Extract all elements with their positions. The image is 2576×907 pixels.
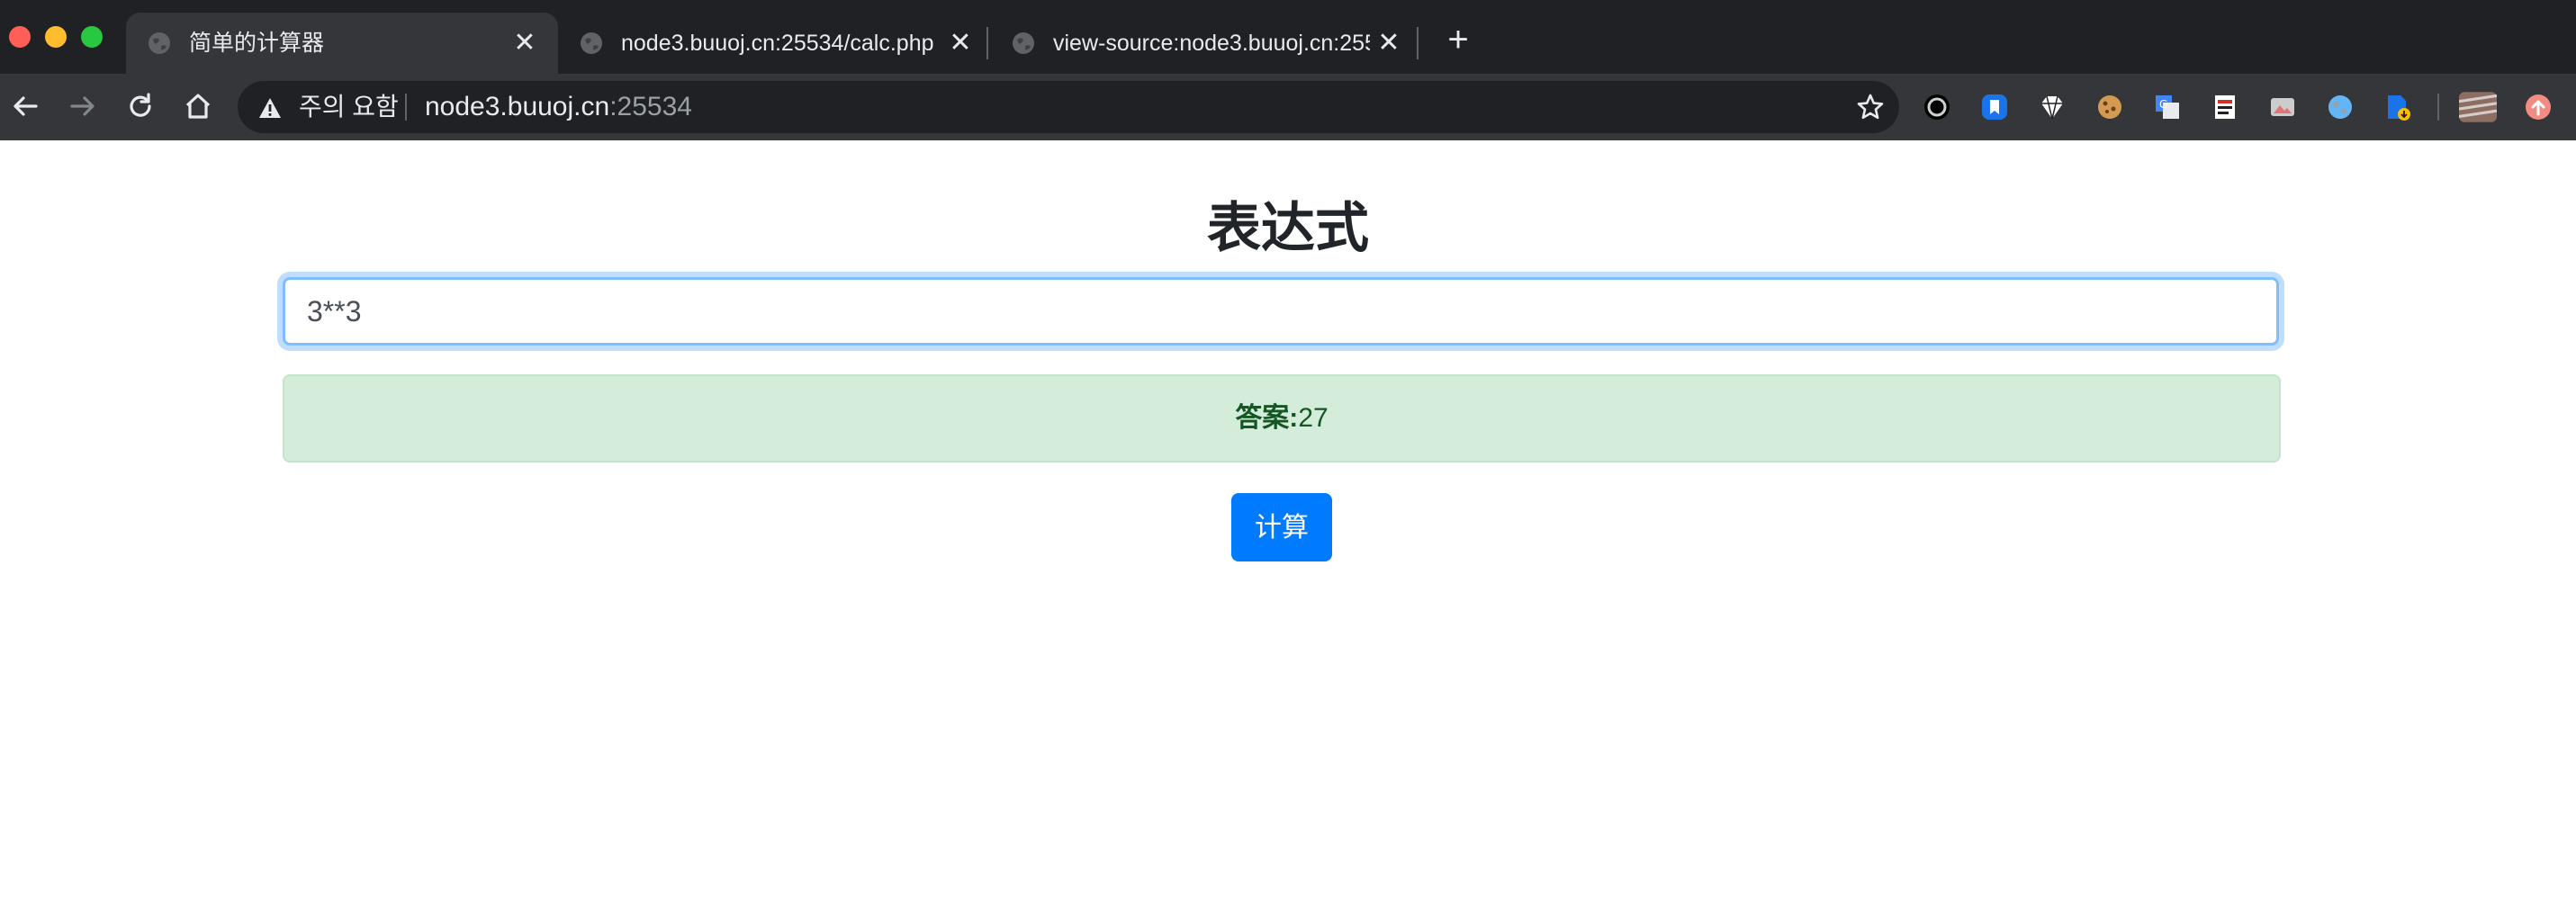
tab-title: view-source:node3.buuoj.cn:25534: [1053, 31, 1370, 56]
tab-separator: [986, 27, 988, 59]
calculate-button[interactable]: 计算: [1231, 493, 1332, 561]
tab-view-source[interactable]: view-source:node3.buuoj.cn:25534 ✕: [990, 13, 1413, 74]
bookmark-extension-icon[interactable]: [1980, 93, 2009, 121]
tab-calc-php[interactable]: node3.buuoj.cn:25534/calc.php ✕: [558, 13, 988, 74]
expression-input[interactable]: [283, 277, 2279, 346]
url-host: node3.buuoj.cn: [425, 92, 610, 121]
close-tab-icon[interactable]: ✕: [511, 30, 538, 57]
result-value: 27: [1298, 403, 1329, 433]
globe-extension-icon[interactable]: [2326, 93, 2355, 121]
back-icon[interactable]: [7, 88, 43, 124]
globe-icon: [1013, 32, 1034, 54]
browser-toolbar: 주의 요함 node3.buuoj.cn:25534 G: [0, 74, 2576, 140]
close-tab-icon[interactable]: ✕: [1375, 30, 1402, 57]
reload-icon[interactable]: [122, 88, 158, 124]
bookmark-star-icon[interactable]: [1856, 93, 1885, 121]
forward-icon[interactable]: [65, 88, 101, 124]
tab-title: 简单的计算器: [189, 31, 325, 56]
result-label: 答案:: [1235, 403, 1299, 433]
new-tab-button[interactable]: +: [1438, 20, 1478, 59]
globe-icon: [581, 32, 602, 54]
toolbar-separator: [2437, 94, 2439, 121]
close-tab-icon[interactable]: ✕: [947, 30, 974, 57]
warning-icon[interactable]: [257, 95, 283, 121]
result-alert: 答案:27: [283, 374, 2281, 462]
page-content: 表达式 答案:27 计算: [0, 140, 2576, 907]
url-port: :25534: [609, 92, 692, 121]
cookie-extension-icon[interactable]: [2095, 93, 2124, 121]
profile-avatar[interactable]: [2459, 89, 2497, 125]
page-title: 表达式: [1207, 198, 1369, 258]
close-window-button[interactable]: [9, 26, 31, 48]
address-divider: [405, 94, 407, 121]
document-extension-icon[interactable]: [2211, 93, 2239, 121]
diamond-extension-icon[interactable]: [2038, 93, 2067, 121]
tab-strip: 简单的计算器 ✕ node3.buuoj.cn:25534/calc.php ✕…: [0, 0, 2576, 74]
file-download-extension-icon[interactable]: [2383, 93, 2412, 121]
security-status-label[interactable]: 주의 요함: [299, 81, 399, 133]
tab-title: node3.buuoj.cn:25534/calc.php: [621, 31, 934, 56]
image-extension-icon[interactable]: [2268, 93, 2297, 121]
svg-text:G: G: [2159, 98, 2167, 111]
tab-calculator[interactable]: 简单的计算器 ✕: [126, 13, 558, 74]
update-icon[interactable]: [2524, 93, 2553, 121]
address-bar[interactable]: 주의 요함 node3.buuoj.cn:25534: [238, 81, 1899, 133]
ring-extension-icon[interactable]: [1923, 93, 1951, 121]
home-icon[interactable]: [180, 88, 216, 124]
tab-separator: [1417, 27, 1419, 59]
translate-extension-icon[interactable]: G: [2153, 93, 2182, 121]
fullscreen-window-button[interactable]: [81, 26, 103, 48]
url-text[interactable]: node3.buuoj.cn:25534: [425, 81, 692, 133]
minimize-window-button[interactable]: [45, 26, 67, 48]
globe-icon: [149, 32, 170, 54]
